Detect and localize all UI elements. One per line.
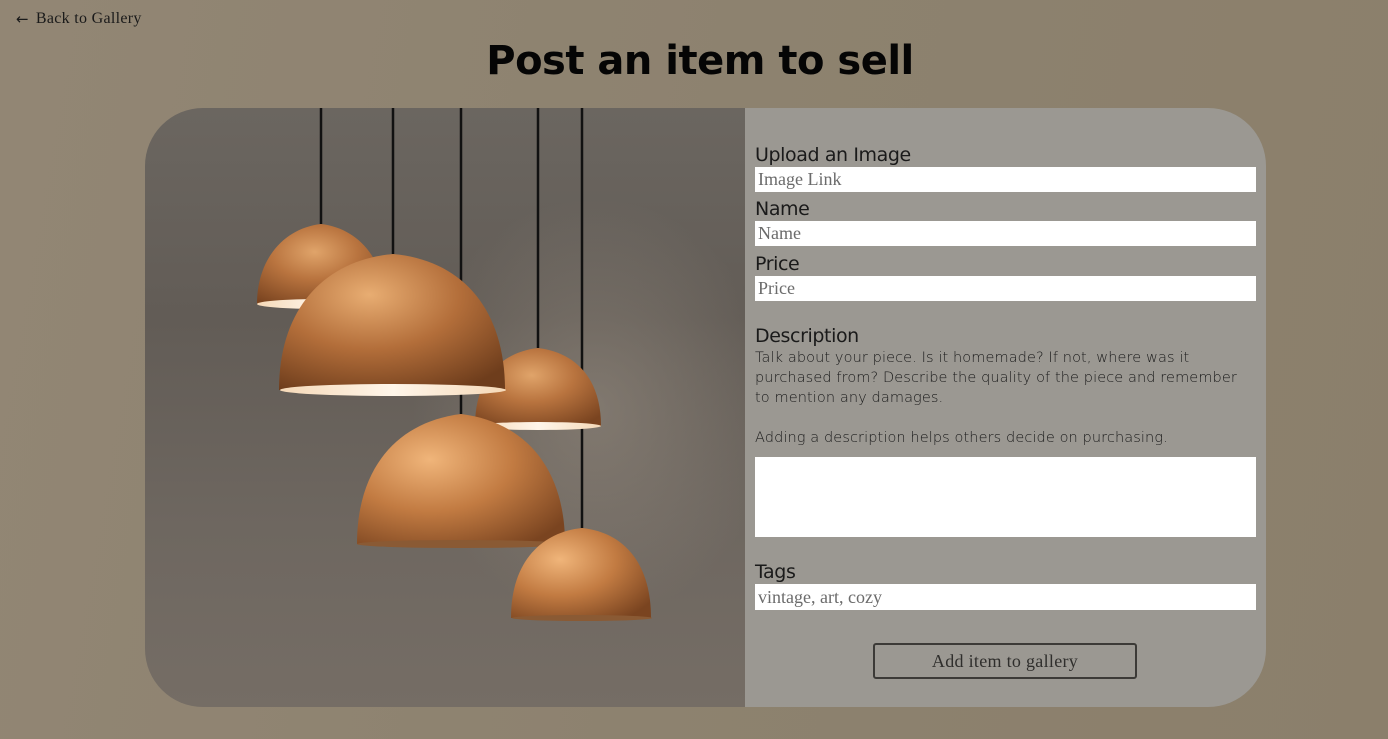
- product-photo: [145, 108, 745, 707]
- add-item-button[interactable]: Add item to gallery: [873, 643, 1137, 679]
- tags-input[interactable]: [755, 584, 1256, 610]
- back-link-label: Back to Gallery: [35, 10, 142, 27]
- pendant-lamps-image: [257, 108, 652, 621]
- image-link-input[interactable]: [755, 167, 1256, 192]
- image-label: Upload an Image: [755, 144, 911, 166]
- price-input[interactable]: [755, 276, 1256, 301]
- arrow-left-icon: ←: [16, 10, 29, 28]
- description-label: Description: [755, 325, 859, 347]
- post-item-card: Upload an Image Name Price Description T…: [145, 108, 1266, 707]
- description-help-text-2: Adding a description helps others decide…: [755, 430, 1168, 446]
- page-title: Post an item to sell: [486, 38, 914, 84]
- price-label: Price: [755, 253, 800, 275]
- description-textarea[interactable]: [755, 457, 1256, 537]
- back-to-gallery-link[interactable]: ← Back to Gallery: [16, 10, 142, 28]
- name-label: Name: [755, 198, 810, 220]
- description-help-text: Talk about your piece. Is it homemade? I…: [755, 350, 1237, 406]
- tags-label: Tags: [755, 561, 796, 583]
- post-item-form: Upload an Image Name Price Description T…: [745, 108, 1266, 707]
- name-input[interactable]: [755, 221, 1256, 246]
